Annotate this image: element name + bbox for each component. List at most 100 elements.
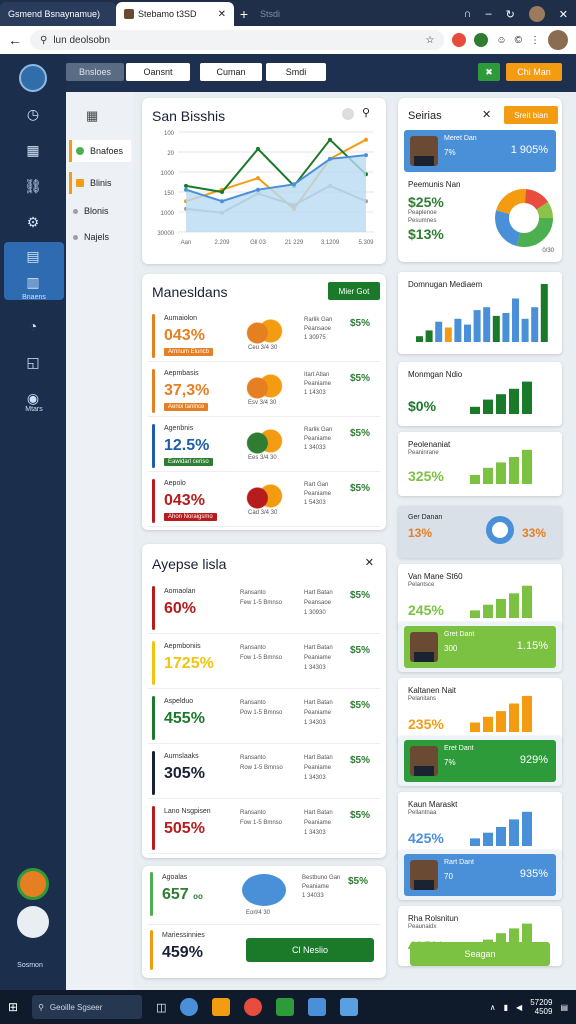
- card-sublabel: Pelanitans: [408, 696, 437, 702]
- chevron-up-icon[interactable]: ∧: [490, 1003, 496, 1012]
- left-nav-item-2[interactable]: Blonis: [69, 200, 131, 222]
- row-value: 043%: [164, 327, 205, 344]
- menu-kebab-icon[interactable]: ⋮: [530, 35, 540, 46]
- summary-button[interactable]: Cl Neslio: [246, 938, 374, 962]
- right-header-button[interactable]: Sreit bian: [504, 106, 558, 124]
- pie-icon[interactable]: ◔: [23, 316, 43, 336]
- row-value: 12.5%: [164, 437, 210, 454]
- store-app-icon[interactable]: [308, 998, 327, 1016]
- browser-tab-2[interactable]: Stebamo t3SD ✕: [116, 2, 234, 26]
- trend-icon[interactable]: ◱: [23, 352, 43, 372]
- close-tab-icon[interactable]: ✕: [218, 9, 226, 20]
- manes-row[interactable]: Aumaiolon 043% Arnnum Eluncb Ceu 3/4 30 Rarl…: [148, 310, 380, 362]
- extension-3-icon[interactable]: ☺: [496, 35, 506, 46]
- x-tick-label: 5.309: [358, 240, 374, 246]
- add-action-icon[interactable]: ✖: [478, 63, 500, 81]
- clock[interactable]: 57209 4509: [530, 998, 552, 1016]
- left-nav-item-3[interactable]: Najels: [69, 226, 131, 248]
- summary-number: 657: [162, 886, 189, 903]
- console-button[interactable]: [17, 906, 49, 938]
- back-icon[interactable]: ←: [8, 32, 22, 48]
- person-card-1[interactable]: Meret Dan 7% 1 905%: [404, 130, 556, 172]
- radio-icon[interactable]: ◉: [23, 388, 43, 408]
- person-card[interactable]: Gret Dant 300 1.15%: [404, 626, 556, 668]
- close-window-icon[interactable]: ✕: [559, 8, 568, 21]
- extension-2-icon[interactable]: [474, 33, 489, 47]
- sheets-app-icon[interactable]: [276, 998, 295, 1016]
- user-avatar[interactable]: [548, 30, 568, 50]
- ayepse-row[interactable]: Aurnslaaks 305% Ransanto Row 1-5 Bmnso Hart…: [148, 747, 380, 799]
- ayepse-row[interactable]: Aepmboniis 1725% Ransanto Fow 1-5 Bmnso Har…: [148, 637, 380, 689]
- right-ring-card[interactable]: Ger Danan 13% 33%: [398, 506, 562, 558]
- manes-row[interactable]: Aepmbasis 37,3% Aenoi tanlnce Esv 3/4 30 Ita…: [148, 365, 380, 417]
- topbar-button-4[interactable]: Smdi: [266, 63, 326, 81]
- avatar: [410, 632, 438, 662]
- ayepse-row[interactable]: Aspelduo 455% Ransanto Pow 1-5 Bmnso Hart B…: [148, 692, 380, 744]
- link-icon[interactable]: ⛓: [23, 176, 43, 196]
- close-icon[interactable]: ✕: [482, 108, 491, 121]
- network-icon[interactable]: ▮: [504, 1003, 508, 1012]
- row-details: Itart Atlan Peaniame 1 14303: [304, 372, 332, 396]
- grid-icon[interactable]: ▤: [23, 246, 43, 266]
- person-card[interactable]: Eret Dant 7% 929%: [404, 740, 556, 782]
- row-percent: $5%: [350, 645, 371, 656]
- extension-1-icon[interactable]: [452, 33, 467, 47]
- right-bar6-card[interactable]: Kaun Maraskt Pellantnaa 425%: [398, 792, 562, 858]
- mini-bar-chart: [470, 695, 532, 732]
- browser-tab-1[interactable]: Gsmend Bsnaynamue): [0, 2, 116, 26]
- topbar-button-1[interactable]: Bnsloes: [66, 63, 124, 81]
- row-label: Aomaolan: [164, 588, 196, 595]
- bar-mark: [470, 610, 480, 618]
- extension-4-icon[interactable]: ©: [515, 35, 522, 46]
- profile-switch-icon[interactable]: ∩: [464, 8, 472, 20]
- refresh-icon[interactable]: ↻: [506, 8, 515, 21]
- right-bar1-card[interactable]: Domnugan Mediaem: [398, 272, 562, 354]
- close-icon[interactable]: ✕: [365, 556, 374, 569]
- manes-row[interactable]: Aepolo 043% Ahon Noraigsmo Cad 3/4 30 Rart G…: [148, 475, 380, 527]
- ayepse-row[interactable]: Aomaolan 60% Ransanto Few 1-5 Bmnso Hart Ba…: [148, 582, 380, 634]
- right-bar4-card[interactable]: Van Mane St60 Pelantsce 245%: [398, 564, 562, 630]
- profile-avatar[interactable]: [528, 6, 545, 22]
- chrome-app-icon[interactable]: [244, 998, 263, 1016]
- task-view-icon[interactable]: ◫: [156, 1001, 166, 1014]
- right-bar5-card[interactable]: Kaltanen Nait Pelanitans 235%: [398, 678, 562, 744]
- volume-icon[interactable]: ◀: [516, 1003, 522, 1012]
- status-toggle[interactable]: [17, 868, 49, 900]
- manes-row[interactable]: Agenbnis 12.5% Eawidarl ceriso Ees 3/4 30 Ra…: [148, 420, 380, 472]
- new-tab-icon[interactable]: +: [234, 2, 254, 26]
- taskbar-search[interactable]: ⚲ Geoille Sgseer: [32, 995, 143, 1019]
- right-action-button[interactable]: Seagan: [410, 942, 550, 966]
- right-bar2-card[interactable]: Monmgan Ndio $0%: [398, 362, 562, 426]
- bar-mark: [416, 336, 423, 342]
- explorer-app-icon[interactable]: [212, 998, 231, 1016]
- right-person3-card[interactable]: Eret Dant 7% 929%: [398, 736, 562, 786]
- minimize-icon[interactable]: –: [485, 8, 491, 20]
- clock-icon[interactable]: ◷: [23, 104, 43, 124]
- person-card[interactable]: Rart Dant 70 935%: [404, 854, 556, 896]
- notification-icon[interactable]: ▤: [560, 1003, 568, 1012]
- table-icon[interactable]: ▦: [86, 108, 98, 124]
- calendar-icon[interactable]: ▦: [23, 140, 43, 160]
- chart-icon[interactable]: ▥: [23, 272, 43, 292]
- topbar-button-2[interactable]: Oansnt: [126, 63, 190, 81]
- bar-mark: [509, 593, 519, 618]
- left-nav-item-1[interactable]: Blinis: [69, 172, 131, 194]
- bar-mark: [454, 318, 462, 342]
- bookmark-star-icon[interactable]: ☆: [425, 35, 434, 46]
- sidebar-active-label: Bnaens: [22, 294, 46, 301]
- browser-app-icon[interactable]: [180, 998, 199, 1016]
- x-tick-label: 3.1209: [321, 240, 340, 246]
- cta-button[interactable]: Chi Man: [506, 63, 562, 81]
- manes-action-button[interactable]: Mier Got: [328, 282, 380, 300]
- left-nav-item-0[interactable]: Bnafoes: [69, 140, 131, 162]
- right-person4-card[interactable]: Rart Dant 70 935%: [398, 850, 562, 900]
- right-person2-card[interactable]: Gret Dant 300 1.15%: [398, 622, 562, 672]
- settings-icon[interactable]: ⚙: [23, 212, 43, 232]
- topbar-button-3[interactable]: Cuman: [200, 63, 262, 81]
- right-bar3-card[interactable]: Peolenaniat Peaninrane 325%: [398, 432, 562, 496]
- url-field[interactable]: ⚲ lun deolsobn ☆: [30, 30, 445, 50]
- mail-app-icon[interactable]: [340, 998, 359, 1016]
- x-tick-label: 2.209: [214, 240, 230, 246]
- ayepse-row[interactable]: Lano Nsgpisen 505% Ransanto Fow 1-5 Bmnso H…: [148, 802, 380, 854]
- start-icon[interactable]: ⊞: [8, 1000, 18, 1014]
